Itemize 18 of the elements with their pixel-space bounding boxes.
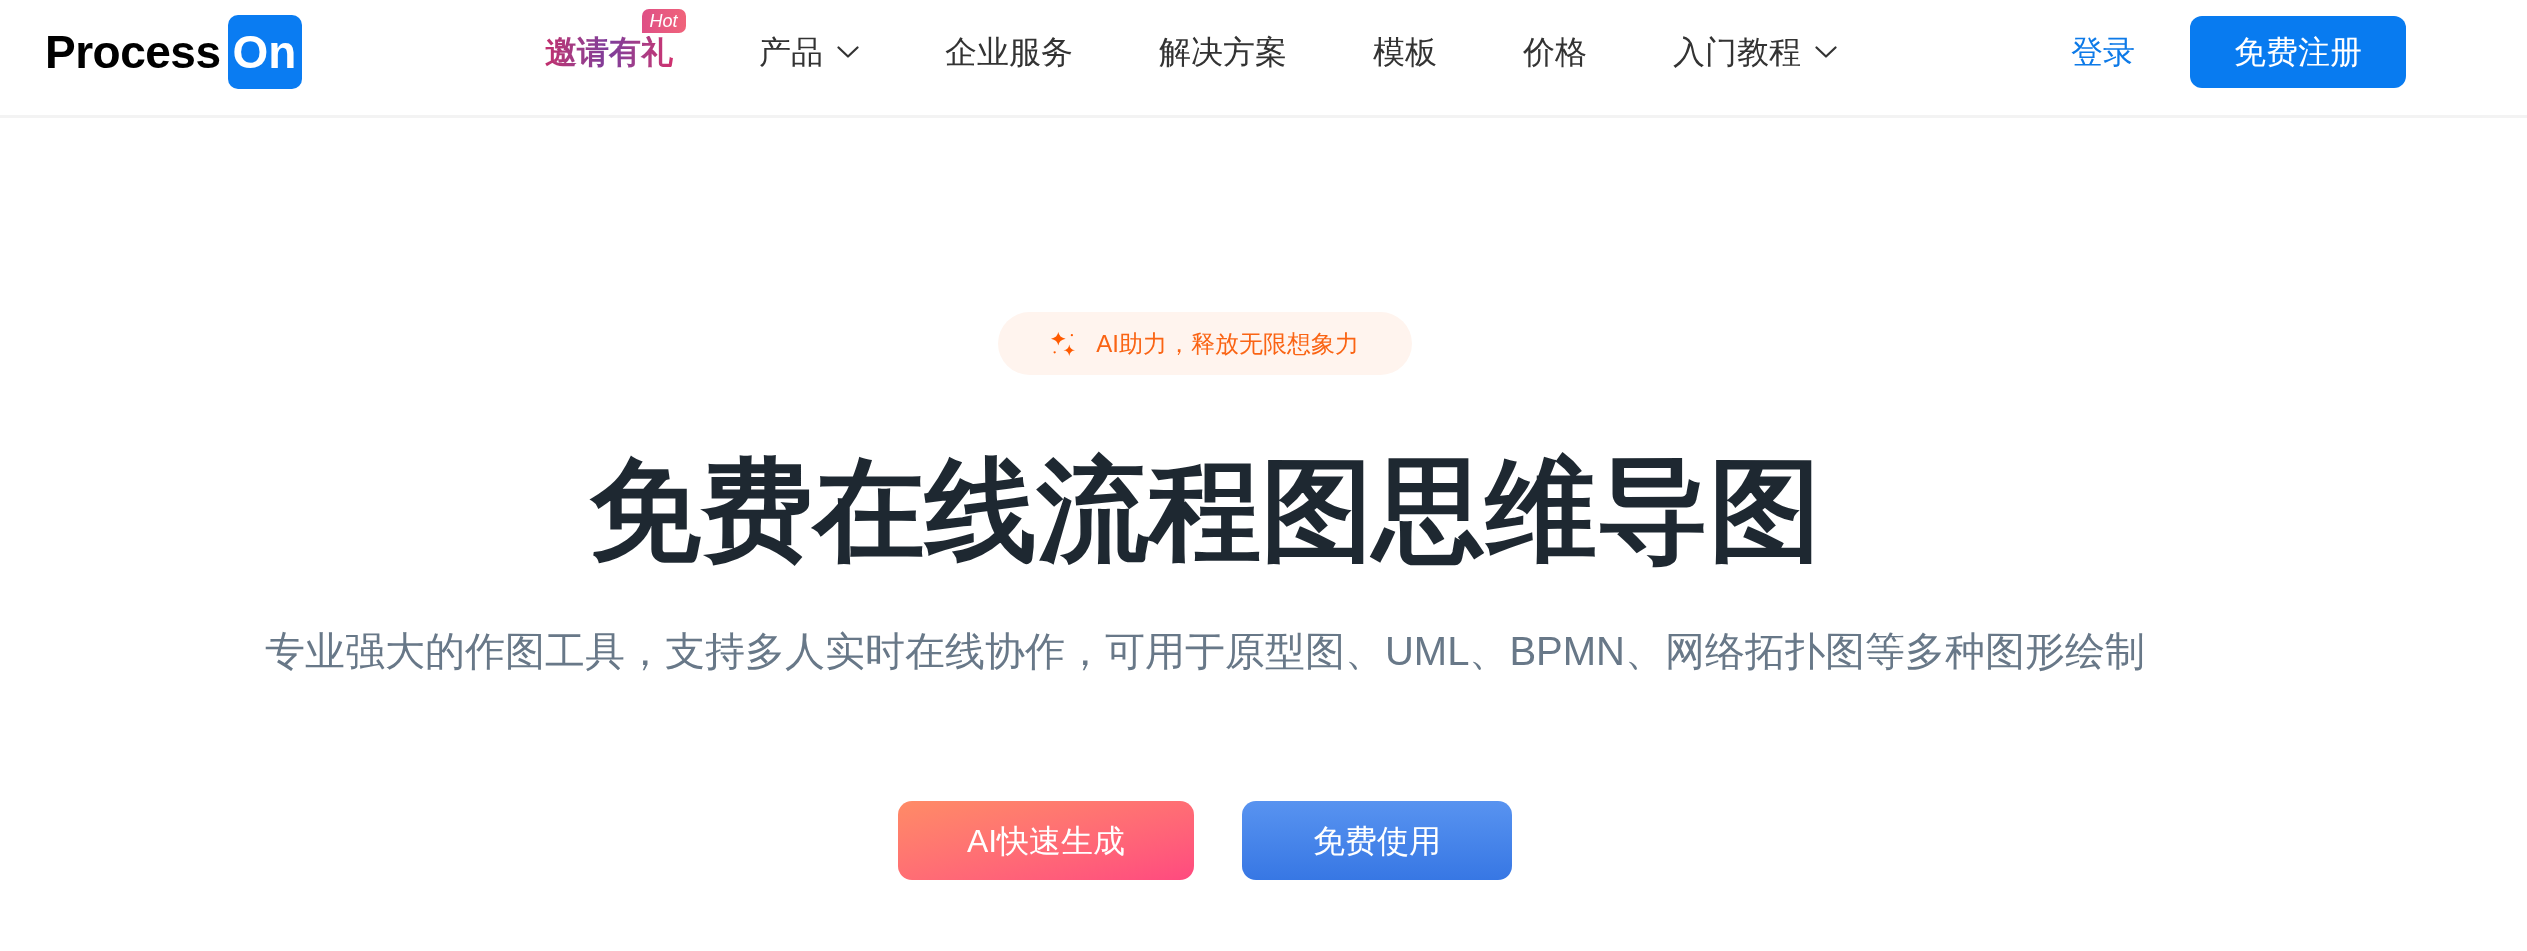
logo-text[interactable]: Process <box>45 28 221 75</box>
logo-tile[interactable]: On <box>227 14 302 89</box>
free-use-button[interactable]: 免费使用 <box>1242 801 1512 880</box>
hot-badge: Hot <box>641 8 686 33</box>
chevron-down-icon <box>1814 45 1837 58</box>
nav-dropdown[interactable]: 产品 <box>758 35 859 68</box>
nav-link[interactable]: 价格 <box>1522 35 1587 68</box>
nav-link[interactable]: 企业服务 <box>944 35 1073 68</box>
login-link[interactable]: 登录 <box>2071 35 2135 68</box>
tagline-text: AI助力，释放无限想象力 <box>1096 331 1359 356</box>
sparkle-icon <box>1051 331 1076 356</box>
invite-link[interactable]: 邀请有礼 <box>544 35 673 68</box>
nav-link[interactable]: 解决方案 <box>1158 35 1287 68</box>
nav-link[interactable]: 模板 <box>1372 35 1437 68</box>
hero-subtitle: 专业强大的作图工具，支持多人实时在线协作，可用于原型图、UML、BPMN、网络拓扑图等多种图形绘制 <box>265 631 2145 671</box>
chevron-down-icon <box>836 45 859 58</box>
register-button[interactable]: 免费注册 <box>2190 15 2406 88</box>
nav-dropdown[interactable]: 入门教程 <box>1672 35 1837 68</box>
